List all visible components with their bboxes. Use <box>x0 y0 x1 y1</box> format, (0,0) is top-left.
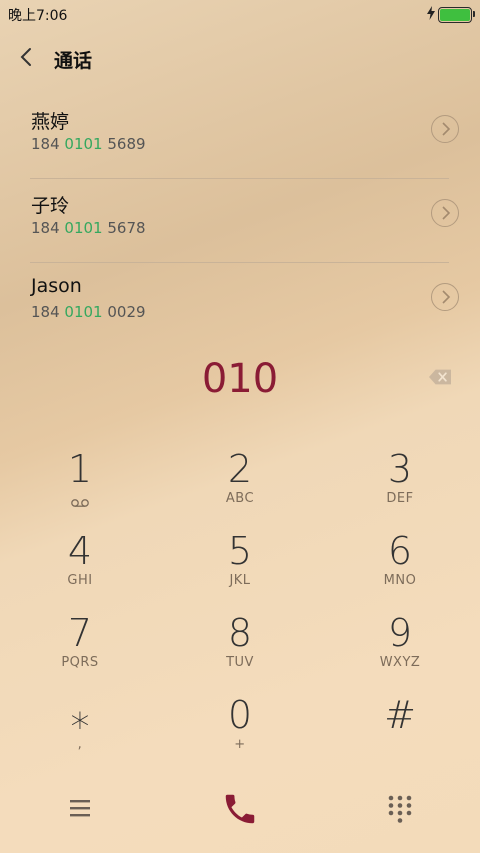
battery-icon <box>438 7 475 23</box>
voicemail-icon <box>71 499 89 507</box>
key-7[interactable]: 7 PQRS <box>0 609 160 691</box>
dialpad-icon[interactable] <box>387 794 413 824</box>
contact-name: 子玲 <box>31 195 70 217</box>
key-4[interactable]: 4 GHI <box>0 527 160 609</box>
number-match: 0101 <box>64 135 103 153</box>
phone-call-icon[interactable] <box>221 790 259 828</box>
key-0[interactable]: 0 + <box>160 691 320 773</box>
contact-name: Jason <box>31 275 82 297</box>
contact-detail-icon[interactable] <box>431 115 459 143</box>
key-1[interactable]: 1 <box>0 445 160 527</box>
contact-name: 燕婷 <box>31 111 70 133</box>
contact-number: 184 0101 5689 <box>31 135 146 153</box>
contact-row[interactable]: Jason 184 0101 0029 <box>0 263 480 347</box>
contact-detail-icon[interactable] <box>431 199 459 227</box>
charging-icon <box>427 6 435 20</box>
contact-number: 184 0101 0029 <box>31 303 146 321</box>
number-match: 0101 <box>64 219 103 237</box>
contact-row[interactable]: 燕婷 184 0101 5689 <box>0 95 480 179</box>
key-9[interactable]: 9 WXYZ <box>320 609 480 691</box>
key-star[interactable]: ⁎ , <box>0 691 160 773</box>
backspace-icon[interactable] <box>429 367 451 387</box>
page-title: 通话 <box>54 50 93 72</box>
key-2[interactable]: 2 ABC <box>160 445 320 527</box>
menu-icon[interactable] <box>68 797 92 819</box>
contact-number: 184 0101 5678 <box>31 219 146 237</box>
key-8[interactable]: 8 TUV <box>160 609 320 691</box>
contact-detail-icon[interactable] <box>431 283 459 311</box>
header: 通话 <box>0 38 480 78</box>
key-5[interactable]: 5 JKL <box>160 527 320 609</box>
contact-row[interactable]: 子玲 184 0101 5678 <box>0 179 480 263</box>
number-match: 0101 <box>64 303 103 321</box>
chevron-left-icon[interactable] <box>18 46 34 68</box>
bottom-bar <box>0 780 480 840</box>
key-6[interactable]: 6 MNO <box>320 527 480 609</box>
key-hash[interactable]: # <box>320 691 480 773</box>
status-time: 晚上7:06 <box>8 8 68 24</box>
dialed-number: 010 <box>201 356 279 402</box>
status-bar: 晚上7:06 <box>0 0 480 28</box>
contact-suggestions: 燕婷 184 0101 5689 子玲 184 0101 5678 Jason … <box>0 95 480 347</box>
key-3[interactable]: 3 DEF <box>320 445 480 527</box>
